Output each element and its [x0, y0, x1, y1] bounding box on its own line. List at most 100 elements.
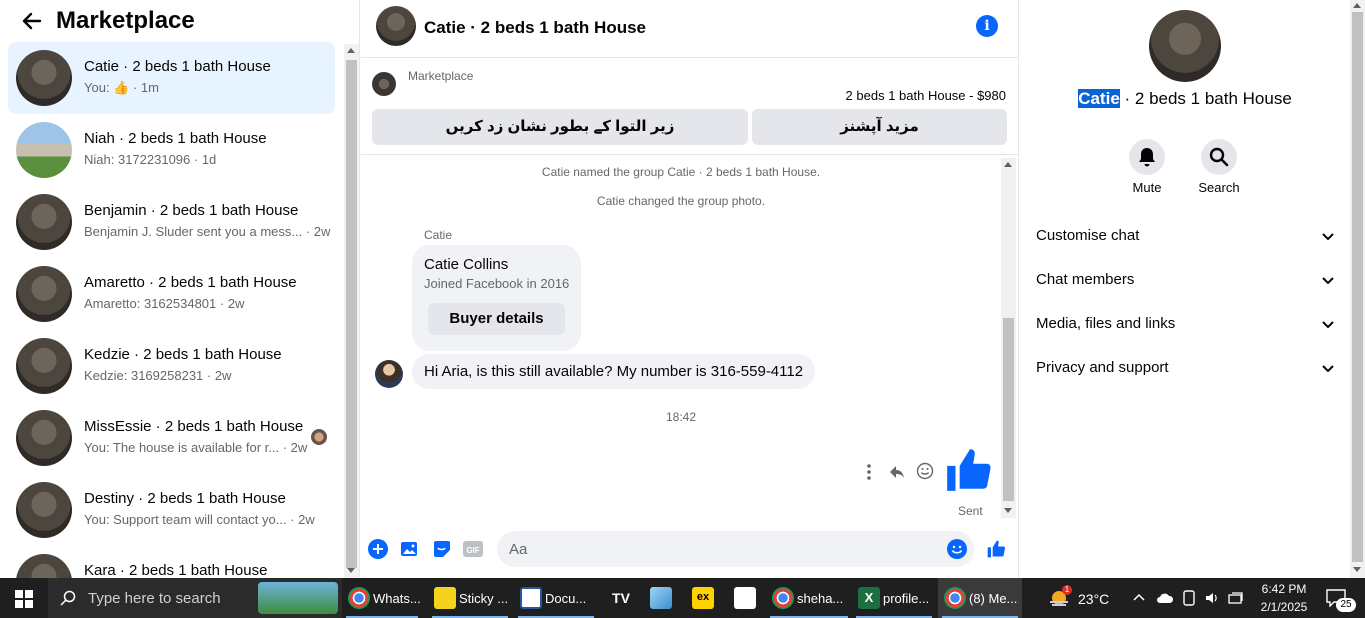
like-button-icon[interactable]	[986, 539, 1006, 559]
scrollbar-thumb[interactable]	[1352, 12, 1363, 562]
windows-taskbar: Type here to search Whats... Sticky ... …	[0, 578, 1365, 618]
volume-icon[interactable]	[1204, 590, 1220, 606]
section-customise-chat[interactable]: Customise chat	[1036, 218, 1336, 254]
conversation-list-panel: Marketplace Catie · 2 beds 1 bath House …	[0, 0, 360, 578]
more-vertical-icon[interactable]	[864, 463, 874, 481]
mark-as-pending-button[interactable]: زیر التوا کے بطور نشان زد کریں	[372, 109, 748, 145]
weather-widget[interactable]: 1 23°C	[1044, 578, 1114, 618]
section-media-files-links[interactable]: Media, files and links	[1036, 306, 1336, 342]
listing-title-price[interactable]: 2 beds 1 bath House - $980	[846, 88, 1006, 103]
conversation-item-niah[interactable]: Niah · 2 beds 1 bath House Niah: 3172231…	[8, 114, 335, 186]
mute-button[interactable]	[1129, 139, 1165, 175]
chat-title[interactable]: Catie · 2 beds 1 bath House	[424, 18, 646, 38]
system-message: Catie named the group Catie · 2 beds 1 b…	[541, 165, 821, 179]
photo-icon[interactable]	[400, 539, 420, 559]
more-options-button[interactable]: مزید آپشنز	[752, 109, 1007, 145]
message-input[interactable]	[497, 531, 974, 567]
section-privacy-support[interactable]: Privacy and support	[1036, 350, 1336, 386]
chevron-down-icon	[1322, 365, 1334, 373]
gif-icon[interactable]: GIF	[463, 539, 483, 559]
conversation-name: Kedzie · 2 beds 1 bath House	[84, 346, 282, 363]
start-button[interactable]	[0, 578, 48, 618]
scrollbar-thumb[interactable]	[1003, 318, 1014, 501]
conversation-item-missessie[interactable]: MissEssie · 2 beds 1 bath House You: The…	[8, 402, 335, 474]
conversation-preview: You: The house is available for r... · 2…	[84, 440, 308, 455]
taskbar-app-file[interactable]	[728, 578, 762, 618]
taskbar-app-whatsapp-chrome[interactable]: Whats...	[342, 578, 422, 618]
network-icon[interactable]	[1228, 590, 1244, 606]
info-icon[interactable]: i	[976, 15, 998, 37]
back-arrow-icon[interactable]	[20, 9, 44, 33]
conversation-list-scrollbar[interactable]	[344, 44, 359, 578]
sticker-icon[interactable]	[432, 539, 452, 559]
taskbar-app-chrome-profile[interactable]: sheha...	[766, 578, 852, 618]
thread-scrollbar[interactable]	[1001, 158, 1016, 518]
conversation-name: Niah · 2 beds 1 bath House	[84, 130, 267, 147]
search-label: Search	[1198, 180, 1240, 195]
scroll-up-arrow-icon[interactable]	[1004, 162, 1012, 167]
scroll-down-arrow-icon[interactable]	[347, 568, 355, 573]
conversation-name: MissEssie · 2 beds 1 bath House	[84, 418, 304, 435]
chat-details-panel: Catie · 2 beds 1 bath House Mute Search …	[1020, 0, 1350, 578]
left-header: Marketplace	[0, 0, 345, 44]
chrome-icon	[944, 587, 966, 609]
conversation-preview: You: Support team will contact yo... · 2…	[84, 512, 315, 527]
taskbar-app-exness[interactable]: ex	[686, 578, 720, 618]
listing-thumbnail[interactable]	[372, 72, 396, 96]
sent-thumbs-up-icon[interactable]	[943, 445, 993, 495]
chevron-up-icon[interactable]	[1132, 591, 1146, 605]
avatar	[16, 194, 72, 250]
temperature: 23°C	[1078, 591, 1110, 607]
clock[interactable]: 6:42 PM 2/1/2025	[1252, 578, 1316, 618]
taskbar-app-excel[interactable]: X profile...	[852, 578, 936, 618]
reply-icon[interactable]	[888, 463, 906, 481]
search-in-chat-button[interactable]	[1201, 139, 1237, 175]
conversation-preview: You: 👍 · 1m	[84, 80, 159, 95]
scroll-up-arrow-icon[interactable]	[1353, 3, 1361, 8]
section-title: Privacy and support	[1036, 359, 1169, 376]
chrome-icon	[348, 587, 370, 609]
chat-avatar[interactable]	[376, 6, 416, 46]
taskbar-app-messenger-chrome[interactable]: (8) Me...	[938, 578, 1022, 618]
conversation-item-kedzie[interactable]: Kedzie · 2 beds 1 bath House Kedzie: 316…	[8, 330, 335, 402]
taskbar-app-tradingview[interactable]: TV	[604, 578, 638, 618]
app-label: sheha...	[797, 591, 844, 606]
chat-panel: Catie · 2 beds 1 bath House i Marketplac…	[361, 0, 1019, 578]
scroll-down-arrow-icon[interactable]	[1353, 567, 1361, 572]
notification-center[interactable]: 25	[1322, 578, 1358, 618]
conversation-item-kara[interactable]: Kara · 2 beds 1 bath House	[8, 546, 335, 578]
file-icon	[734, 587, 756, 609]
avatar	[16, 410, 72, 466]
windows-logo-icon	[15, 590, 33, 608]
page-scrollbar[interactable]	[1350, 0, 1365, 578]
buyer-details-button[interactable]: Buyer details	[428, 303, 565, 335]
device-icon[interactable]	[1182, 590, 1196, 606]
plus-circle-icon[interactable]	[368, 539, 388, 559]
section-chat-members[interactable]: Chat members	[1036, 262, 1336, 298]
message-bubble[interactable]: Hi Aria, is this still available? My num…	[412, 354, 816, 389]
scrollbar-thumb[interactable]	[346, 60, 357, 568]
react-emoji-icon[interactable]	[916, 462, 934, 480]
conversation-item-amaretto[interactable]: Amaretto · 2 beds 1 bath House Amaretto:…	[8, 258, 335, 330]
conversation-item-catie[interactable]: Catie · 2 beds 1 bath House You: 👍 · 1m	[8, 42, 335, 114]
sent-status: Sent	[958, 504, 983, 518]
taskbar-app-sticky-notes[interactable]: Sticky ...	[428, 578, 512, 618]
chrome-icon	[772, 587, 794, 609]
scroll-down-arrow-icon[interactable]	[1004, 508, 1012, 513]
chevron-down-icon	[1322, 321, 1334, 329]
sender-avatar[interactable]	[375, 360, 403, 388]
app-label: profile...	[883, 591, 930, 606]
conversation-item-benjamin[interactable]: Benjamin · 2 beds 1 bath House Benjamin …	[8, 186, 335, 258]
emoji-icon[interactable]	[947, 539, 967, 559]
section-title: Chat members	[1036, 271, 1135, 288]
taskbar-search-box[interactable]: Type here to search	[48, 578, 342, 618]
scroll-up-arrow-icon[interactable]	[347, 48, 355, 53]
conversation-name: Amaretto · 2 beds 1 bath House	[84, 274, 297, 291]
taskbar-app-notepad[interactable]	[644, 578, 678, 618]
conversation-preview: Kedzie: 3169258231 · 2w	[84, 368, 232, 383]
group-avatar[interactable]	[1149, 10, 1221, 82]
taskbar-app-documents[interactable]: Docu...	[514, 578, 598, 618]
onedrive-cloud-icon[interactable]	[1156, 590, 1174, 606]
conversation-item-destiny[interactable]: Destiny · 2 beds 1 bath House You: Suppo…	[8, 474, 335, 546]
conversation-name: Destiny · 2 beds 1 bath House	[84, 490, 286, 507]
